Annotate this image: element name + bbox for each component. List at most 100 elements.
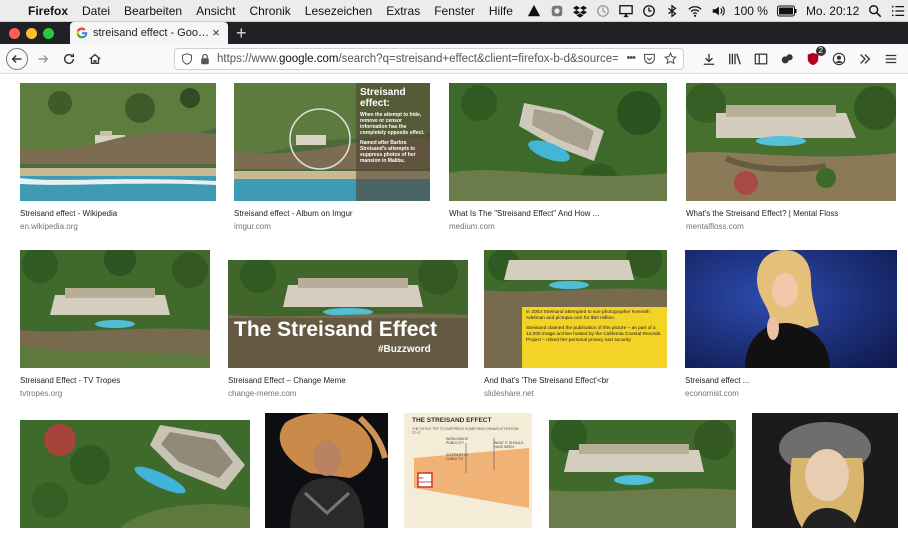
result-thumbnail[interactable] xyxy=(752,413,898,528)
tab-close-icon[interactable]: × xyxy=(210,26,222,39)
result-thumbnail[interactable] xyxy=(265,413,388,528)
result-thumbnail[interactable] xyxy=(20,420,250,528)
result-source[interactable]: medium.com xyxy=(449,222,667,231)
overlay-body: When the attempt to hide, remove or cens… xyxy=(360,112,425,136)
zoom-window-button[interactable] xyxy=(43,27,54,39)
bookmark-star-icon[interactable] xyxy=(664,52,677,65)
result-caption[interactable]: Streisand Effect - TV Tropes xyxy=(20,376,210,385)
overflow-chevrons-icon[interactable] xyxy=(858,52,872,66)
result-thumbnail[interactable]: Streisand effect: When the attempt to hi… xyxy=(234,83,430,201)
result-caption[interactable]: Streisand effect ... xyxy=(685,376,897,385)
result-thumbnail[interactable] xyxy=(449,83,667,201)
overlay-label-should: WHAT IT SHOULD HAVE BEEN xyxy=(494,441,524,449)
dropbox-icon[interactable] xyxy=(572,4,587,18)
result-caption[interactable]: Streisand Effect – Change Meme xyxy=(228,376,468,385)
menu-datei[interactable]: Datei xyxy=(82,4,110,18)
arrow-left-icon xyxy=(11,54,22,63)
result-thumbnail[interactable]: The Streisand Effect #Buzzword xyxy=(228,260,468,368)
spotlight-search-icon[interactable] xyxy=(868,4,882,18)
result-card[interactable] xyxy=(752,413,898,528)
screenshot-extension-icon[interactable] xyxy=(780,52,794,66)
result-source[interactable]: mentalfloss.com xyxy=(686,222,896,231)
result-card[interactable] xyxy=(20,420,250,528)
result-caption[interactable]: And that's 'The Streisand Effect'<br xyxy=(484,376,667,385)
result-source[interactable]: slideshare.net xyxy=(484,389,667,398)
result-source[interactable]: economist.com xyxy=(685,389,897,398)
result-caption[interactable]: Streisand effect - Wikipedia xyxy=(20,209,216,218)
bluetooth-icon[interactable] xyxy=(665,4,679,18)
home-icon xyxy=(89,53,101,64)
result-source[interactable]: en.wikipedia.org xyxy=(20,222,216,231)
menu-bearbeiten[interactable]: Bearbeiten xyxy=(124,4,182,18)
result-card[interactable]: THE STREISAND EFFECT THE FUTILE TRY TO S… xyxy=(404,413,532,528)
result-thumbnail[interactable] xyxy=(549,420,736,528)
lock-icon[interactable] xyxy=(199,53,211,65)
url-domain: google.com xyxy=(279,52,339,65)
result-card[interactable]: Streisand effect: When the attempt to hi… xyxy=(234,83,430,231)
result-thumbnail[interactable] xyxy=(685,250,897,368)
menubar-clock[interactable]: Mo. 20:12 xyxy=(806,4,859,18)
overlay-body-2: Named after Barbra Streisand's attempts … xyxy=(360,140,416,164)
result-card[interactable]: The Streisand Effect #Buzzword Streisand… xyxy=(228,260,468,398)
pocket-icon[interactable] xyxy=(643,52,656,65)
tab-google-search[interactable]: streisand effect - Google Search × xyxy=(70,22,228,44)
volume-icon[interactable] xyxy=(711,4,725,18)
notification-center-icon[interactable] xyxy=(891,4,905,18)
url-text[interactable]: https://www.google.com/search?q=streisan… xyxy=(217,53,618,65)
menu-extras[interactable]: Extras xyxy=(386,4,420,18)
address-bar[interactable]: https://www.google.com/search?q=streisan… xyxy=(174,47,684,70)
overlay-stamp: NO PHOTOS xyxy=(419,476,432,484)
menu-app-firefox[interactable]: Firefox xyxy=(28,4,68,18)
result-caption[interactable]: What Is The "Streisand Effect" And How .… xyxy=(449,209,667,218)
result-caption[interactable]: Streisand effect - Album on Imgur xyxy=(234,209,430,218)
menu-hilfe[interactable]: Hilfe xyxy=(489,4,513,18)
account-icon[interactable] xyxy=(832,52,846,66)
macos-menu-bar: Firefox Datei Bearbeiten Ansicht Chronik… xyxy=(0,0,908,22)
battery-percent[interactable]: 100 % xyxy=(734,4,768,18)
result-card[interactable]: Streisand effect ... economist.com xyxy=(685,250,897,398)
url-rest: /search?q=streisand+effect&client=firefo… xyxy=(338,52,619,65)
back-button[interactable] xyxy=(6,47,28,70)
sidebar-toggle-icon[interactable] xyxy=(754,52,768,66)
menu-lesezeichen[interactable]: Lesezeichen xyxy=(305,4,372,18)
result-card[interactable]: In 2003 Streisand attempted to sue photo… xyxy=(484,250,667,398)
result-caption[interactable]: What's the Streisand Effect? | Mental Fl… xyxy=(686,209,896,218)
result-card[interactable]: What Is The "Streisand Effect" And How .… xyxy=(449,83,667,231)
page-actions-button[interactable]: ••• xyxy=(626,52,636,65)
reload-button[interactable] xyxy=(58,48,80,70)
menu-chronik[interactable]: Chronik xyxy=(249,4,290,18)
result-card[interactable]: What's the Streisand Effect? | Mental Fl… xyxy=(686,83,896,231)
library-icon[interactable] xyxy=(728,52,742,66)
home-button[interactable] xyxy=(84,48,106,70)
result-card[interactable]: Streisand effect - Wikipedia en.wikipedi… xyxy=(20,83,216,231)
warning-icon[interactable] xyxy=(527,4,541,18)
result-card[interactable] xyxy=(265,413,388,528)
result-thumbnail[interactable] xyxy=(20,250,210,368)
result-source[interactable]: tvtropes.org xyxy=(20,389,210,398)
result-source[interactable]: imgur.com xyxy=(234,222,430,231)
menu-fenster[interactable]: Fenster xyxy=(434,4,475,18)
result-thumbnail[interactable]: In 2003 Streisand attempted to sue photo… xyxy=(484,250,667,368)
app-status-icon[interactable] xyxy=(550,4,564,18)
download-icon[interactable] xyxy=(702,52,716,66)
result-source[interactable]: change-meme.com xyxy=(228,389,468,398)
new-tab-button[interactable]: + xyxy=(236,22,247,44)
url-prefix: https://www. xyxy=(217,52,279,65)
tracking-shield-icon[interactable] xyxy=(181,52,193,65)
ublock-extension-button[interactable]: 2 xyxy=(806,45,826,66)
hamburger-menu-icon[interactable] xyxy=(884,52,898,66)
battery-icon[interactable] xyxy=(776,4,797,18)
result-thumbnail[interactable] xyxy=(686,83,896,201)
minimize-window-button[interactable] xyxy=(26,27,37,39)
result-card[interactable]: Streisand Effect - TV Tropes tvtropes.or… xyxy=(20,250,210,398)
airplay-icon[interactable] xyxy=(619,4,633,18)
menu-ansicht[interactable]: Ansicht xyxy=(196,4,235,18)
result-thumbnail[interactable] xyxy=(20,83,216,201)
time-machine-icon[interactable] xyxy=(642,4,656,18)
wifi-icon[interactable] xyxy=(688,4,702,18)
result-thumbnail[interactable]: THE STREISAND EFFECT THE FUTILE TRY TO S… xyxy=(404,413,532,528)
result-card[interactable] xyxy=(549,420,736,528)
forward-button[interactable] xyxy=(32,48,54,70)
clock-app-icon[interactable] xyxy=(596,4,610,18)
close-window-button[interactable] xyxy=(9,27,20,39)
